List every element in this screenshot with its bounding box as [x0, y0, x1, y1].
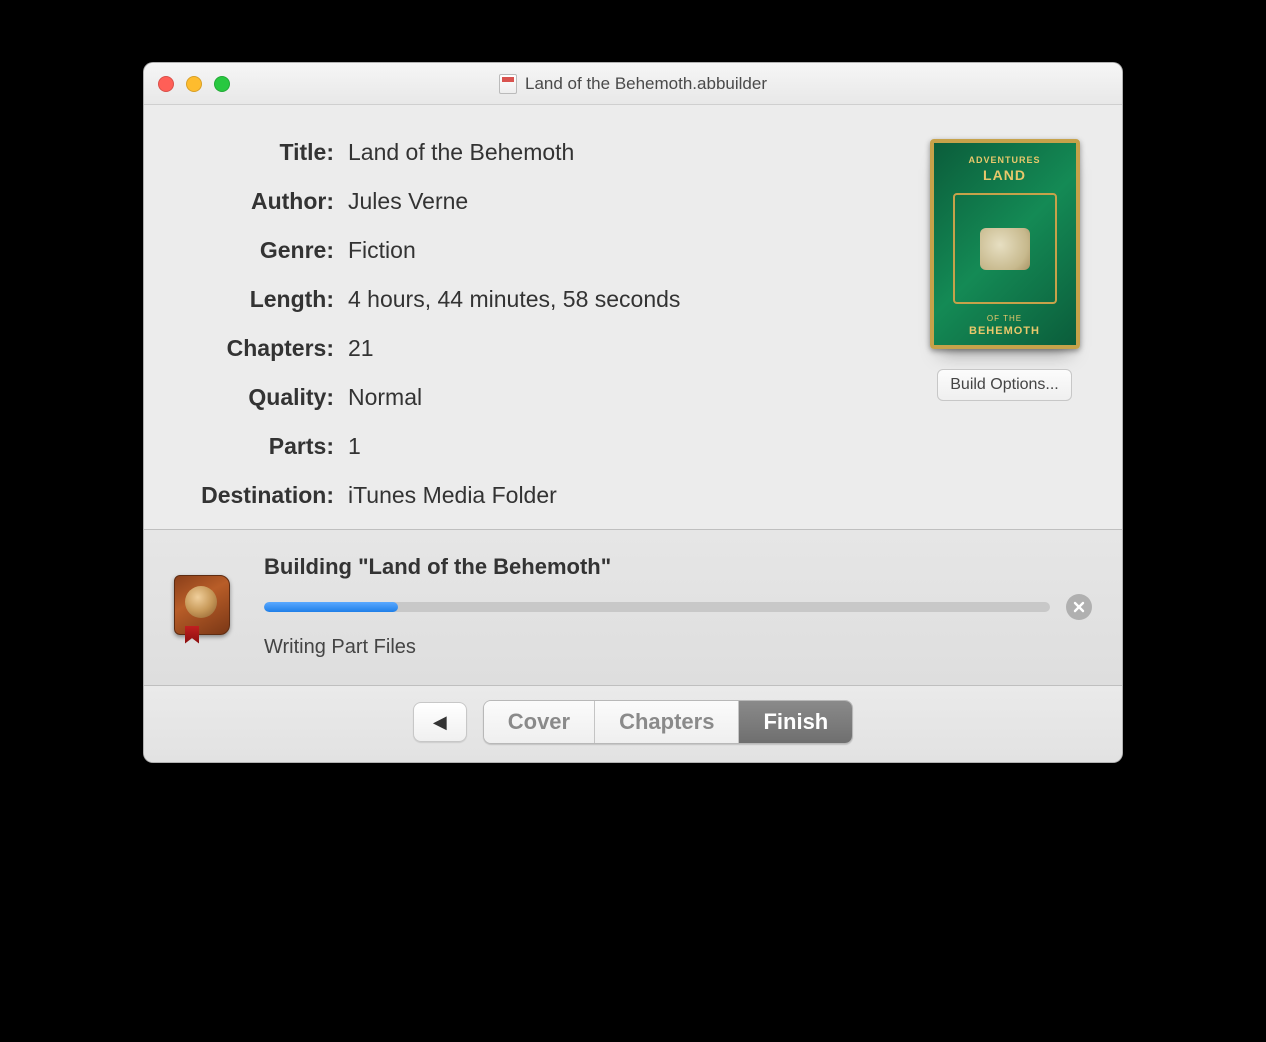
value-title: Land of the Behemoth — [348, 139, 917, 166]
document-icon — [499, 74, 517, 94]
progress-fill — [264, 602, 398, 612]
cover-illustration — [980, 228, 1030, 270]
tab-chapters[interactable]: Chapters — [594, 701, 738, 743]
cover-text-land: LAND — [983, 167, 1026, 183]
right-column: ADVENTURES LAND OF THE BEHEMOTH Build Op… — [917, 139, 1092, 509]
titlebar: Land of the Behemoth.abbuilder — [144, 63, 1122, 105]
label-author: Author: — [174, 188, 334, 215]
cover-text-ofthe: OF THE — [987, 314, 1022, 323]
progress-panel: Building "Land of the Behemoth" Writing … — [144, 529, 1122, 685]
app-window: Land of the Behemoth.abbuilder Title: La… — [143, 62, 1123, 763]
progress-title: Building "Land of the Behemoth" — [264, 554, 1092, 580]
traffic-lights — [158, 76, 230, 92]
label-destination: Destination: — [174, 482, 334, 509]
build-options-button[interactable]: Build Options... — [937, 369, 1072, 401]
label-length: Length: — [174, 286, 334, 313]
close-icon — [1073, 601, 1085, 613]
step-tabs: Cover Chapters Finish — [483, 700, 854, 744]
value-author: Jules Verne — [348, 188, 917, 215]
value-genre: Fiction — [348, 237, 917, 264]
progress-bar — [264, 602, 1050, 612]
window-title: Land of the Behemoth.abbuilder — [525, 74, 767, 94]
footer: ◀ Cover Chapters Finish — [144, 685, 1122, 762]
back-button[interactable]: ◀ — [413, 702, 467, 742]
value-quality: Normal — [348, 384, 917, 411]
label-genre: Genre: — [174, 237, 334, 264]
cover-text-adventures: ADVENTURES — [968, 155, 1040, 165]
progress-app-icon — [174, 575, 238, 639]
value-destination: iTunes Media Folder — [348, 482, 917, 509]
tab-cover[interactable]: Cover — [484, 701, 594, 743]
value-parts: 1 — [348, 433, 917, 460]
cover-text-behemoth: BEHEMOTH — [969, 325, 1040, 337]
content-area: Title: Land of the Behemoth Author: Jule… — [144, 105, 1122, 529]
label-chapters: Chapters: — [174, 335, 334, 362]
value-length: 4 hours, 44 minutes, 58 seconds — [348, 286, 917, 313]
minimize-window-button[interactable] — [186, 76, 202, 92]
progress-status: Writing Part Files — [264, 636, 1092, 659]
value-chapters: 21 — [348, 335, 917, 362]
label-quality: Quality: — [174, 384, 334, 411]
cancel-build-button[interactable] — [1066, 594, 1092, 620]
back-arrow-icon: ◀ — [433, 712, 447, 733]
zoom-window-button[interactable] — [214, 76, 230, 92]
audiobook-icon — [174, 575, 230, 635]
window-title-area: Land of the Behemoth.abbuilder — [499, 74, 767, 94]
metadata-grid: Title: Land of the Behemoth Author: Jule… — [174, 139, 917, 509]
tab-finish[interactable]: Finish — [738, 701, 852, 743]
cover-art: ADVENTURES LAND OF THE BEHEMOTH — [930, 139, 1080, 349]
progress-main: Building "Land of the Behemoth" Writing … — [264, 554, 1092, 659]
cover-illustration-frame — [953, 193, 1057, 304]
label-title: Title: — [174, 139, 334, 166]
close-window-button[interactable] — [158, 76, 174, 92]
label-parts: Parts: — [174, 433, 334, 460]
